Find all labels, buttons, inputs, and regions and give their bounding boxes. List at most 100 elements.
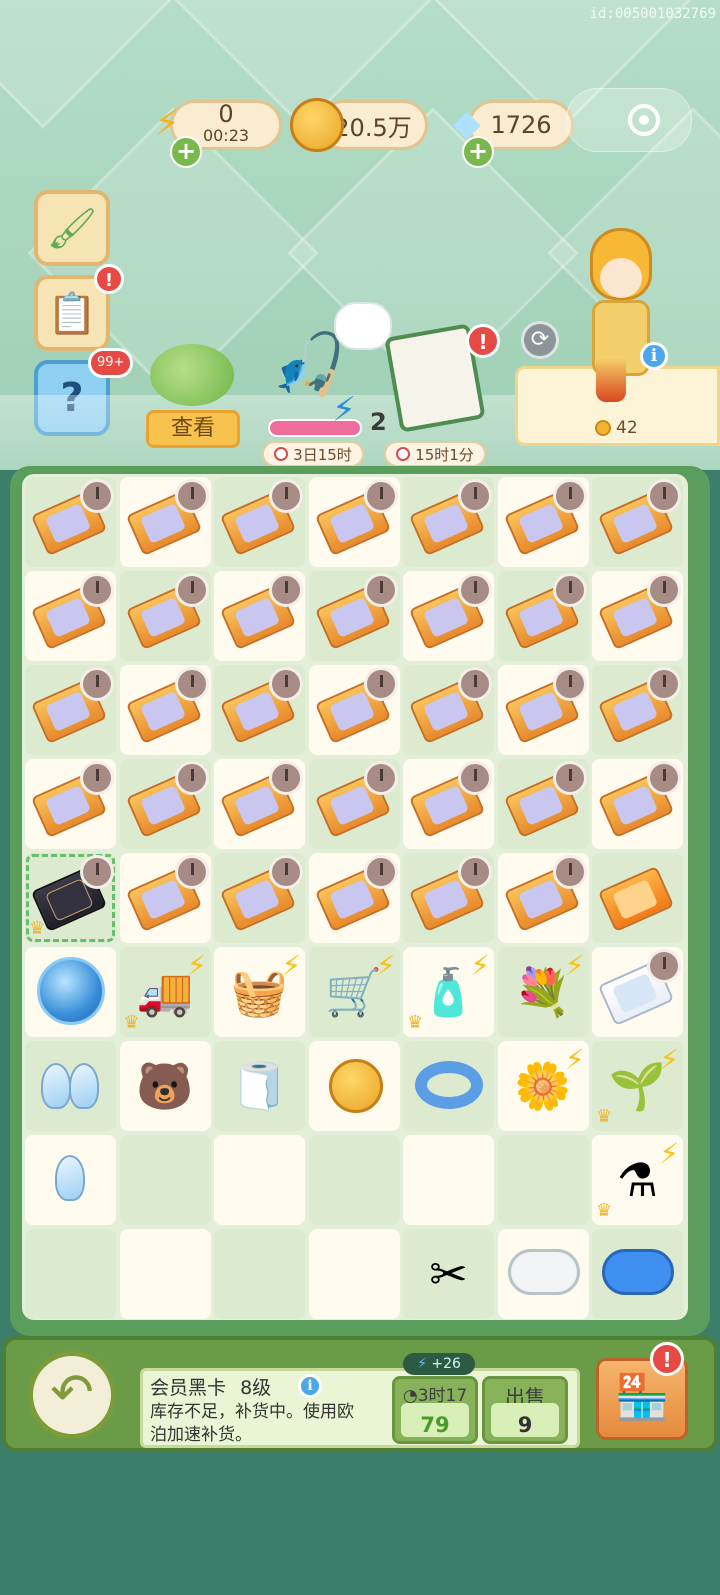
board-cell[interactable] — [25, 759, 116, 849]
item-info-button[interactable]: i — [298, 1374, 322, 1398]
board-cell[interactable] — [308, 759, 400, 849]
board-cell[interactable]: 🧻 — [214, 1041, 305, 1131]
board-cell[interactable]: 🌼 ⚡ — [497, 1041, 589, 1131]
board-cell[interactable] — [308, 665, 400, 755]
board-cell[interactable] — [592, 947, 683, 1037]
board-cell[interactable] — [403, 759, 494, 849]
board-cell[interactable] — [403, 1041, 494, 1131]
board-cell[interactable] — [214, 477, 305, 567]
cooldown-clock-icon — [647, 573, 681, 607]
board-cell[interactable] — [497, 853, 589, 943]
fishing-energy-count: 2 — [370, 408, 387, 436]
speedup-cost: 79 — [420, 1413, 450, 1437]
board-cell[interactable] — [592, 853, 683, 943]
speedup-button[interactable]: ◔3时17分 79 — [392, 1376, 478, 1444]
folded-towel-icon: 🧻 — [230, 1058, 289, 1113]
board-cell-empty[interactable] — [214, 1229, 305, 1319]
board-cell-empty[interactable] — [308, 1135, 400, 1225]
character-info-button[interactable]: i — [640, 342, 668, 370]
board-cell[interactable] — [308, 477, 400, 567]
cooldown-clock-icon — [80, 479, 114, 513]
refresh-icon[interactable]: ⟳ — [521, 321, 559, 359]
board-cell[interactable] — [308, 571, 400, 661]
board-cell[interactable] — [592, 759, 683, 849]
lightning-icon: ⚡ — [470, 949, 490, 982]
board-cell[interactable] — [403, 853, 494, 943]
green-dumpling-icon[interactable] — [150, 344, 234, 406]
blue-orb-icon — [37, 957, 105, 1025]
board-cell[interactable] — [25, 477, 116, 567]
sell-button[interactable]: 出售 9 — [482, 1376, 568, 1444]
board-cell[interactable] — [119, 759, 211, 849]
paint-roller-icon: 🖌 — [46, 205, 98, 252]
board-cell[interactable] — [25, 665, 116, 755]
board-cell-empty[interactable] — [308, 1229, 400, 1319]
cooldown-clock-icon — [269, 761, 303, 795]
board-cell[interactable] — [214, 571, 305, 661]
board-cell[interactable] — [497, 571, 589, 661]
energy-boost-indicator: ⚡ +26 — [403, 1353, 475, 1375]
board-cell-empty[interactable] — [119, 1135, 211, 1225]
board-cell[interactable] — [214, 665, 305, 755]
board-cell[interactable] — [592, 1229, 683, 1319]
board-cell[interactable]: ✂ — [403, 1229, 494, 1319]
lightning-icon: ⚡ — [332, 390, 356, 430]
tasks-alert-badge: ! — [94, 264, 124, 294]
board-cell[interactable] — [403, 571, 494, 661]
lightning-icon: ⚡ — [375, 949, 396, 982]
board-cell-empty[interactable] — [25, 1229, 116, 1319]
board-cell[interactable] — [497, 759, 589, 849]
board-cell[interactable] — [497, 665, 589, 755]
clock-icon — [274, 447, 289, 461]
sell-price: 9 — [517, 1413, 533, 1437]
board-cell[interactable]: 🧴 ⚡ ♛ — [403, 947, 494, 1037]
board-cell-empty[interactable] — [497, 1135, 589, 1225]
cooldown-clock-icon — [363, 479, 398, 513]
board-cell[interactable] — [592, 665, 683, 755]
board-cell-empty[interactable] — [403, 1135, 494, 1225]
undo-button[interactable]: ↶ — [28, 1351, 116, 1439]
add-diamond-button[interactable]: + — [462, 136, 494, 168]
board-cell[interactable] — [119, 665, 211, 755]
board-cell[interactable] — [497, 1229, 589, 1319]
swim-ring-icon — [415, 1061, 483, 1109]
blue-soap-icon — [602, 1249, 674, 1295]
board-cell-empty[interactable] — [119, 1229, 211, 1319]
add-energy-button[interactable]: + — [170, 136, 202, 168]
board-cell[interactable] — [592, 477, 683, 567]
board-cell[interactable] — [25, 1041, 116, 1131]
board-cell-empty[interactable] — [214, 1135, 305, 1225]
shop-alert-badge: ! — [650, 1342, 684, 1376]
board-cell[interactable]: 🚚 ⚡ ♛ — [119, 947, 211, 1037]
lightning-icon: ⚡ — [281, 949, 301, 982]
board-cell[interactable] — [119, 853, 211, 943]
board-cell[interactable]: 🧺 ⚡ — [214, 947, 305, 1037]
board-cell[interactable] — [403, 665, 494, 755]
board-cell[interactable] — [25, 1135, 116, 1225]
board-cell[interactable]: ⚗ ⚡ ♛ — [592, 1135, 683, 1225]
board-cell[interactable] — [119, 477, 211, 567]
decorate-button[interactable]: 🖌 — [34, 190, 110, 266]
target-icon[interactable] — [628, 104, 660, 136]
board-cell[interactable] — [308, 853, 400, 943]
board-cell[interactable] — [214, 853, 305, 943]
crown-icon: ♛ — [596, 1200, 613, 1221]
view-button[interactable]: 查看 — [146, 410, 240, 448]
board-cell[interactable]: ♛ — [25, 853, 116, 943]
board-cell[interactable]: 💐 ⚡ — [497, 947, 589, 1037]
character-price: 42 — [595, 418, 638, 438]
board-cell[interactable] — [403, 477, 494, 567]
board-cell[interactable]: 🌱 ⚡ ♛ — [592, 1041, 683, 1131]
board-cell[interactable] — [308, 1041, 400, 1131]
board-cell[interactable] — [214, 759, 305, 849]
board-cell[interactable]: 🐻 — [119, 1041, 211, 1131]
board-cell[interactable] — [25, 571, 116, 661]
board-cell[interactable] — [497, 477, 589, 567]
cooldown-clock-icon — [363, 855, 398, 889]
board-cell[interactable] — [25, 947, 116, 1037]
board-cell[interactable]: 🛒 ⚡ — [308, 947, 400, 1037]
board-cell[interactable] — [592, 571, 683, 661]
mystery-count-badge: 99+ — [88, 348, 134, 378]
cooldown-clock-icon — [80, 573, 114, 607]
board-cell[interactable] — [119, 571, 211, 661]
